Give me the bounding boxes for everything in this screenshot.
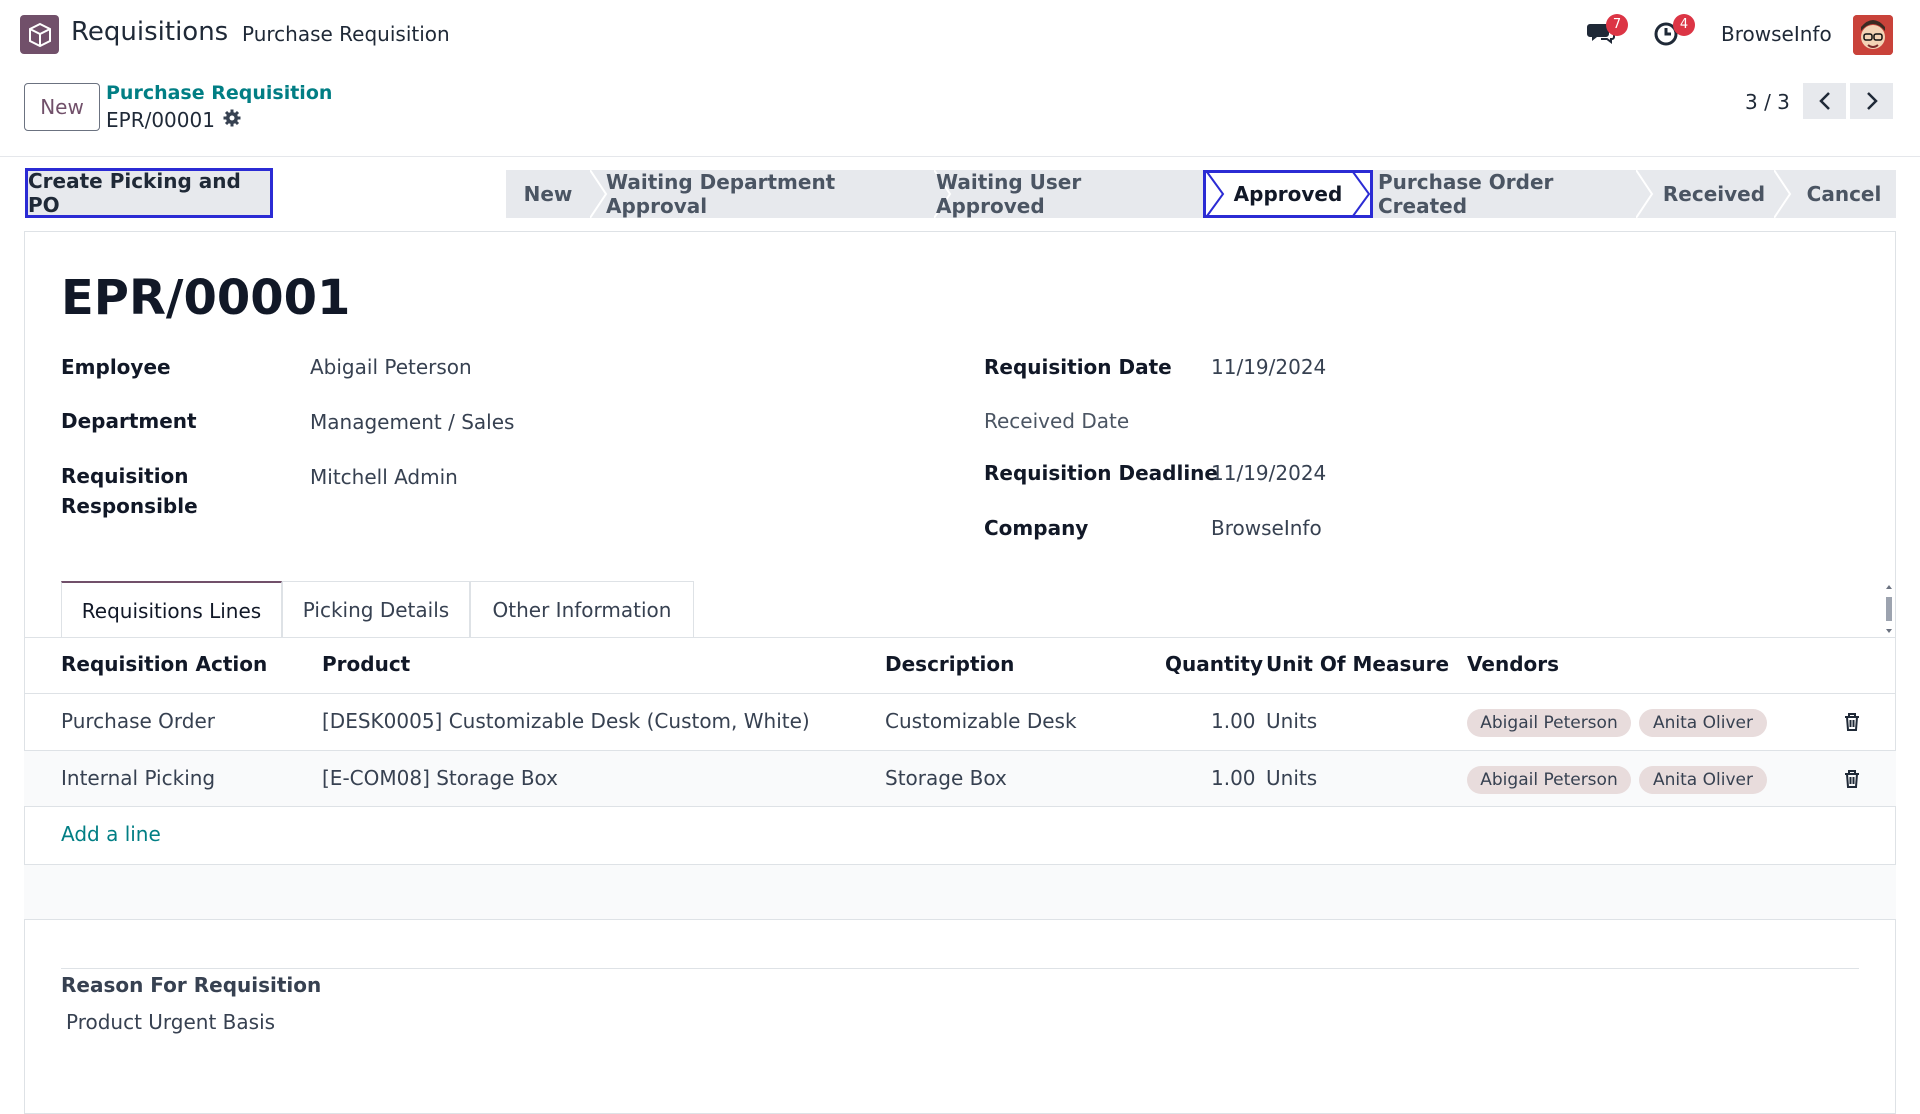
responsible-label-line1: Requisition <box>61 464 189 488</box>
stage-separator <box>1774 170 1792 218</box>
row-product: [DESK0005] Customizable Desk (Custom, Wh… <box>322 709 810 733</box>
vendor-tag[interactable]: Abigail Peterson <box>1467 766 1631 794</box>
activities-clock-icon[interactable]: 4 <box>1653 14 1695 48</box>
trash-icon[interactable] <box>1843 769 1861 789</box>
chevron-left-icon <box>1818 92 1830 110</box>
department-field[interactable]: Management / Sales <box>310 410 514 434</box>
row-quantity: 1.00 <box>1211 709 1256 733</box>
stage-new[interactable]: New <box>506 170 590 218</box>
responsible-label-line2: Responsible <box>61 494 198 518</box>
received-date-field[interactable] <box>1211 410 1511 436</box>
breadcrumb-purchase-requisition[interactable]: Purchase Requisition <box>106 82 332 104</box>
col-requisition-action[interactable]: Requisition Action <box>61 652 267 676</box>
received-date-label: Received Date <box>984 409 1130 433</box>
breadcrumb-current-record: EPR/00001 <box>106 108 241 132</box>
reason-label: Reason For Requisition <box>61 973 322 997</box>
tab-other-information[interactable]: Other Information <box>470 581 694 637</box>
row-action: Purchase Order <box>61 709 216 733</box>
stage-waiting-department-approval[interactable]: Waiting Department Approval <box>606 170 876 218</box>
pager-previous-button[interactable] <box>1803 83 1846 119</box>
stage-cancel[interactable]: Cancel <box>1792 170 1896 218</box>
row-description: Storage Box <box>885 766 1007 790</box>
messages-badge: 7 <box>1606 14 1628 36</box>
reason-separator <box>61 968 1859 969</box>
add-line-row <box>24 806 1896 864</box>
company-field[interactable]: BrowseInfo <box>1211 516 1322 540</box>
stage-approved[interactable]: Approved <box>1203 170 1373 218</box>
requisition-date-field[interactable]: 11/19/2024 <box>1211 355 1326 379</box>
record-title: EPR/00001 <box>61 270 351 326</box>
row-uom: Units <box>1266 766 1318 790</box>
row-uom: Units <box>1266 709 1318 733</box>
requisition-responsible-label: Requisition Responsible <box>61 461 198 521</box>
tabs-divider <box>24 637 1896 638</box>
pager-value[interactable]: 3 / 3 <box>1745 90 1790 114</box>
row-quantity: 1.00 <box>1211 766 1256 790</box>
requisition-date-label: Requisition Date <box>984 355 1172 379</box>
stage-received[interactable]: Received <box>1654 170 1774 218</box>
stage-arrow-left <box>1206 171 1225 217</box>
messages-icon[interactable]: 7 <box>1586 14 1628 48</box>
trash-icon[interactable] <box>1843 712 1861 732</box>
vendor-tag[interactable]: Abigail Peterson <box>1467 709 1631 737</box>
pager-next-button[interactable] <box>1850 83 1893 119</box>
table-row[interactable]: Purchase Order [DESK0005] Customizable D… <box>24 693 1896 749</box>
responsible-field[interactable]: Mitchell Admin <box>310 465 458 489</box>
menu-purchase-requisition[interactable]: Purchase Requisition <box>242 22 450 46</box>
employee-label: Employee <box>61 355 171 379</box>
user-avatar[interactable] <box>1853 15 1893 55</box>
col-description[interactable]: Description <box>885 652 1014 676</box>
tab-requisitions-lines[interactable]: Requisitions Lines <box>61 581 282 638</box>
stage-waiting-user-approved[interactable]: Waiting User Approved <box>936 170 1184 218</box>
company-label: Company <box>984 516 1089 540</box>
gear-icon[interactable] <box>223 108 241 132</box>
requisition-deadline-field[interactable]: 11/19/2024 <box>1211 461 1326 485</box>
requisition-deadline-label: Requisition Deadline <box>984 461 1218 485</box>
reason-field[interactable]: Product Urgent Basis <box>66 1010 275 1034</box>
stage-arrow-right <box>1352 171 1371 217</box>
vendor-tag[interactable]: Anita Oliver <box>1639 766 1767 794</box>
col-vendors[interactable]: Vendors <box>1467 652 1559 676</box>
add-a-line-link[interactable]: Add a line <box>61 822 161 846</box>
vendor-tag[interactable]: Anita Oliver <box>1639 709 1767 737</box>
department-label: Department <box>61 409 197 433</box>
col-unit-of-measure[interactable]: Unit Of Measure <box>1266 652 1449 676</box>
activities-badge: 4 <box>1673 14 1695 36</box>
app-name[interactable]: Requisitions <box>71 17 228 47</box>
row-description: Customizable Desk <box>885 709 1077 733</box>
employee-field[interactable]: Abigail Peterson <box>310 355 472 379</box>
scrollbar[interactable] <box>1884 583 1894 635</box>
stage-separator <box>1636 170 1654 218</box>
table-row[interactable]: Internal Picking [E-COM08] Storage Box S… <box>24 750 1896 806</box>
row-product: [E-COM08] Storage Box <box>322 766 559 790</box>
top-navbar: Requisitions Purchase Requisition 7 4 Br… <box>0 0 1920 70</box>
record-name: EPR/00001 <box>106 108 215 132</box>
stage-purchase-order-created[interactable]: Purchase Order Created <box>1378 170 1636 218</box>
tab-picking-details[interactable]: Picking Details <box>282 581 470 637</box>
col-quantity[interactable]: Quantity <box>1165 652 1263 676</box>
company-switcher[interactable]: BrowseInfo <box>1721 22 1832 46</box>
control-divider <box>0 156 1920 157</box>
requisitions-app-icon[interactable] <box>20 15 59 54</box>
new-button[interactable]: New <box>24 83 100 131</box>
row-action: Internal Picking <box>61 766 216 790</box>
col-product[interactable]: Product <box>322 652 410 676</box>
chevron-right-icon <box>1866 92 1878 110</box>
status-bar: New Waiting Department Approval Waiting … <box>506 170 1896 218</box>
create-picking-po-button[interactable]: Create Picking and PO <box>25 168 273 218</box>
table-footer <box>24 864 1896 920</box>
